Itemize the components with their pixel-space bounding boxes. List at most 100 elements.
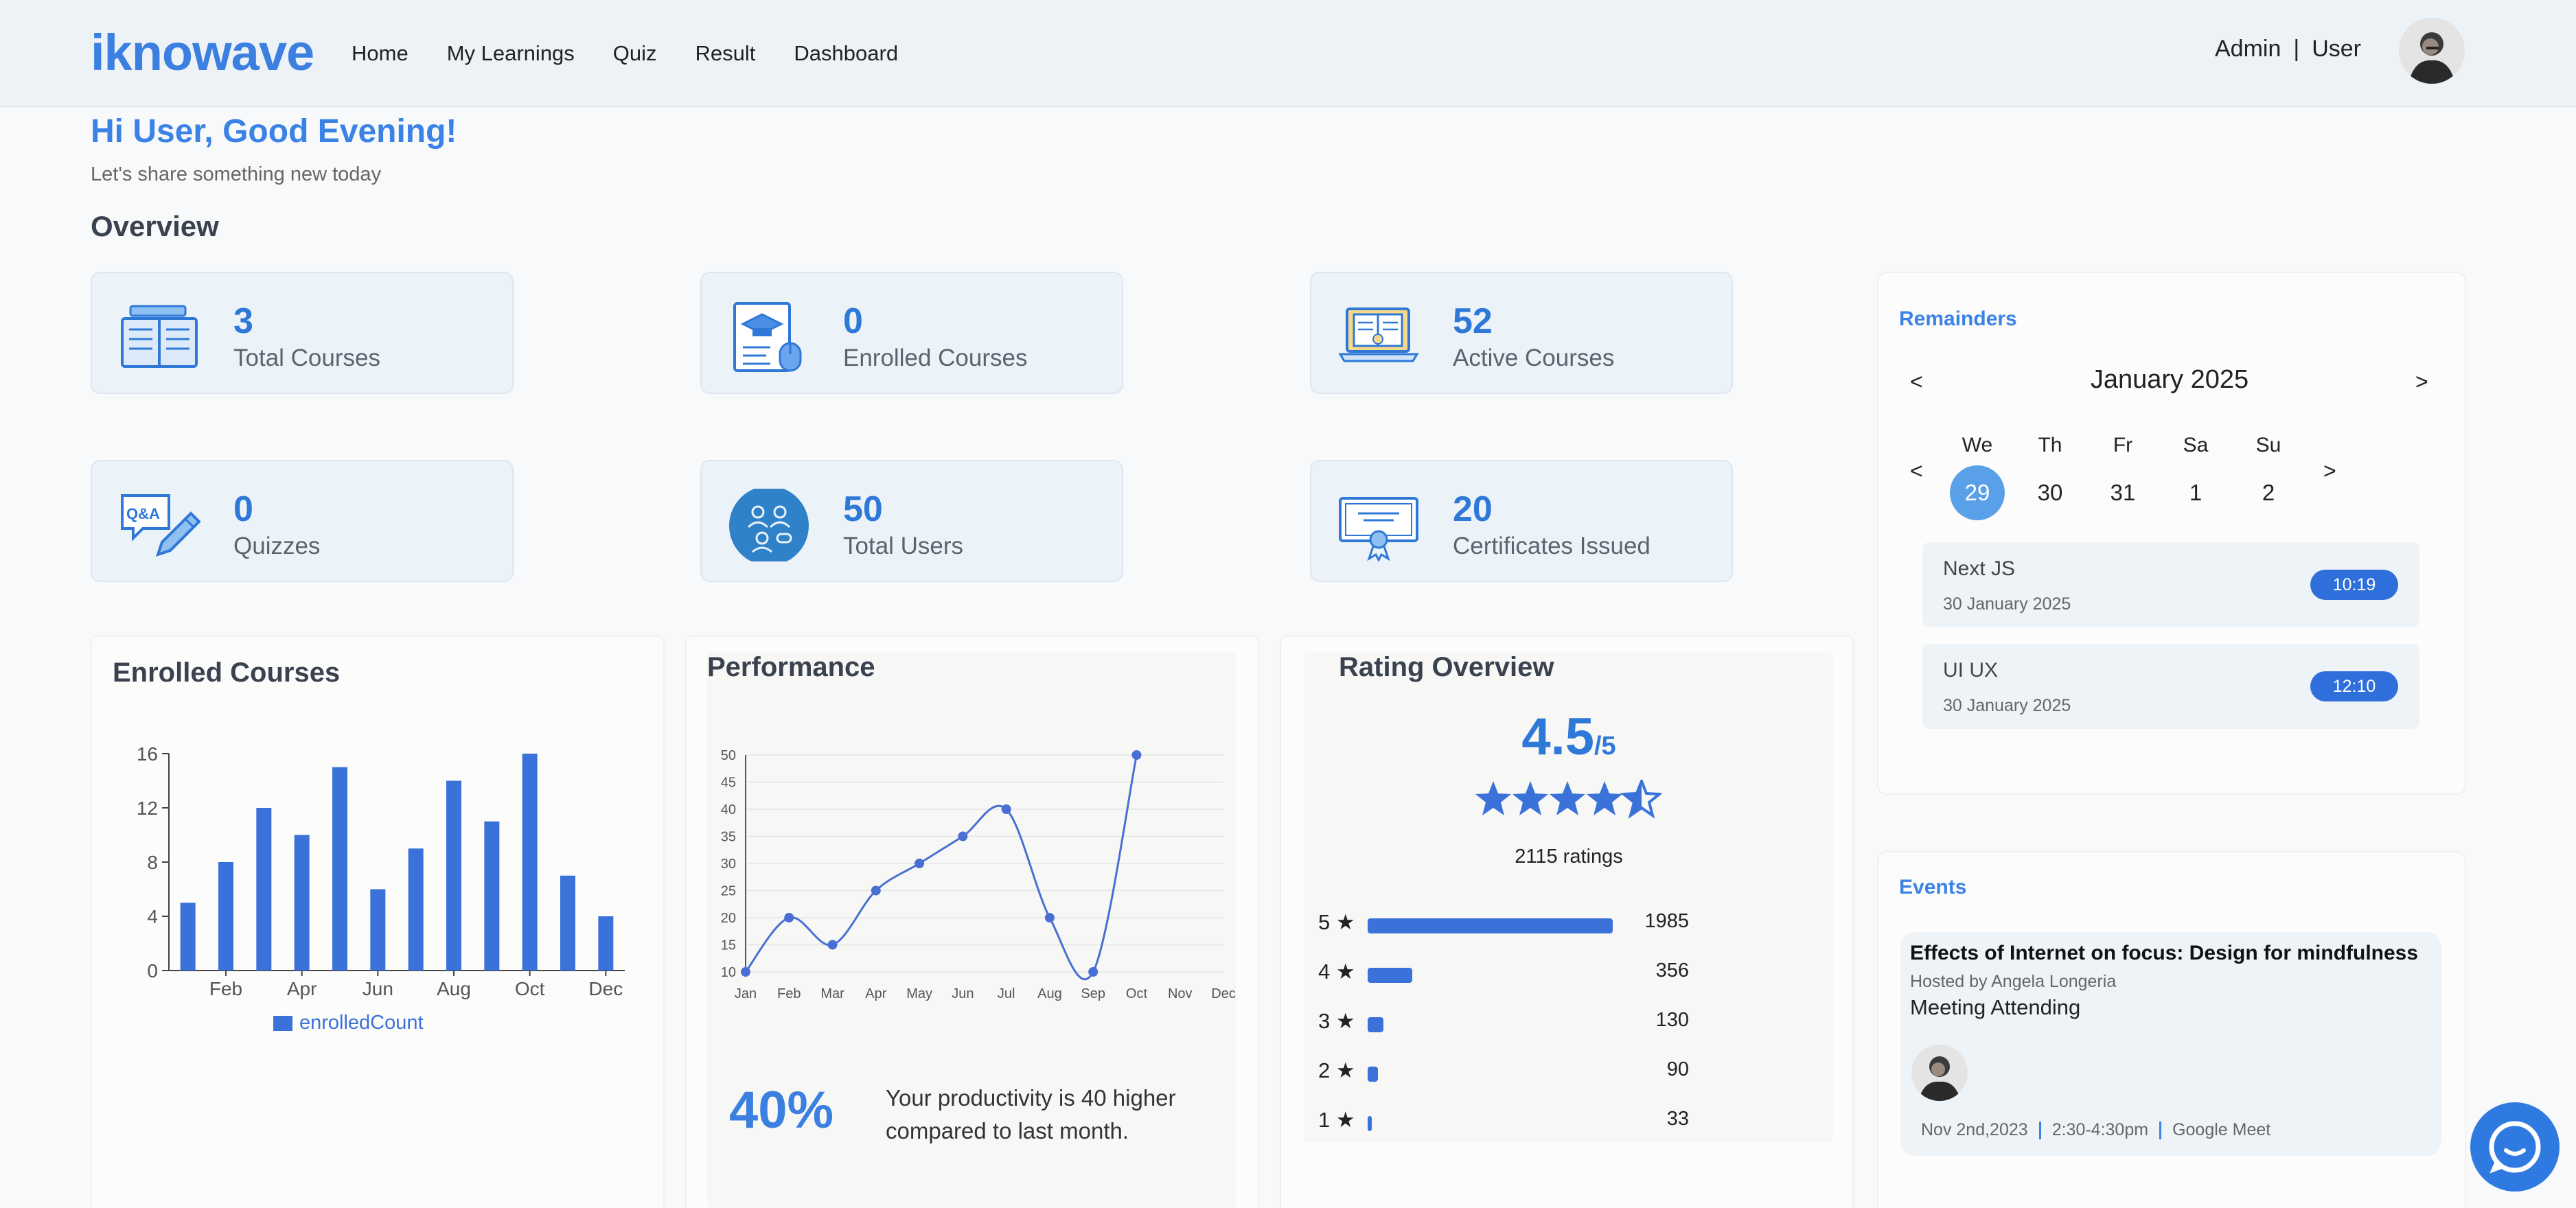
reminder-date: 30 January 2025 bbox=[1943, 594, 2071, 614]
greeting-title: Hi User, Good Evening! bbox=[91, 113, 457, 150]
bar[interactable] bbox=[294, 835, 310, 971]
bar[interactable] bbox=[598, 916, 614, 971]
data-point[interactable] bbox=[871, 885, 881, 896]
rating-score-max: /5 bbox=[1594, 732, 1616, 760]
event-status: Meeting Attending bbox=[1910, 995, 2081, 1019]
reminder-item[interactable]: Next JS 30 January 2025 10:19 bbox=[1922, 542, 2419, 627]
enrolled-chart-title: Enrolled Courses bbox=[113, 658, 341, 688]
performance-description: Your productivity is 40 higher compared … bbox=[886, 1082, 1176, 1148]
bar[interactable] bbox=[370, 889, 386, 971]
role-switcher: Admin | User bbox=[2215, 36, 2361, 62]
rating-row-label: 4 ★ bbox=[1318, 960, 1355, 984]
nav-link-quiz[interactable]: Quiz bbox=[613, 41, 657, 66]
half-star-icon bbox=[1622, 780, 1661, 817]
reminders-title: Remainders bbox=[1899, 307, 2017, 330]
data-point[interactable] bbox=[1044, 913, 1055, 922]
x-tick-label: Jun bbox=[952, 986, 974, 1001]
bar[interactable] bbox=[446, 780, 461, 971]
x-tick-label: Jul bbox=[998, 986, 1015, 1001]
data-point[interactable] bbox=[915, 859, 925, 868]
rating-row-count: 33 bbox=[1666, 1108, 1689, 1130]
bar[interactable] bbox=[522, 754, 538, 971]
month-prev-button[interactable]: < bbox=[1910, 369, 1923, 395]
stat-card-active-courses[interactable]: 52 Active Courses bbox=[1310, 272, 1733, 394]
y-tick-label: 50 bbox=[721, 748, 736, 763]
graduation-course-icon bbox=[733, 302, 802, 372]
week-prev-button[interactable]: < bbox=[1910, 458, 1923, 484]
reminder-item[interactable]: UI UX 30 January 2025 12:10 bbox=[1922, 644, 2419, 729]
calendar-date[interactable]: 31 bbox=[2095, 465, 2150, 520]
x-tick-label: Apr bbox=[287, 978, 317, 999]
stat-label: Active Courses bbox=[1453, 345, 1615, 371]
role-separator: | bbox=[2293, 36, 2300, 62]
bar[interactable] bbox=[256, 808, 272, 971]
data-point[interactable] bbox=[1001, 804, 1011, 814]
x-tick-label: Mar bbox=[820, 986, 844, 1001]
stat-value: 3 bbox=[233, 301, 253, 341]
role-admin-link[interactable]: Admin bbox=[2215, 36, 2281, 62]
x-tick-label: Jun bbox=[363, 978, 393, 999]
meta-divider bbox=[2159, 1121, 2162, 1139]
legend-label: enrolledCount bbox=[299, 1012, 424, 1034]
stat-card-certificates[interactable]: 20 Certificates Issued bbox=[1310, 460, 1733, 582]
bar[interactable] bbox=[180, 903, 196, 971]
performance-line bbox=[744, 754, 1138, 981]
user-avatar[interactable] bbox=[2399, 18, 2465, 84]
event-date: Nov 2nd,2023 bbox=[1921, 1120, 2028, 1139]
stat-label: Total Courses bbox=[233, 345, 380, 371]
data-point[interactable] bbox=[784, 913, 794, 922]
stat-card-total-users[interactable]: 50 Total Users bbox=[700, 460, 1123, 582]
nav-link-dashboard[interactable]: Dashboard bbox=[794, 41, 898, 66]
avatar-image bbox=[2399, 18, 2465, 84]
bar[interactable] bbox=[560, 875, 575, 971]
rating-row-label: 1 ★ bbox=[1318, 1108, 1355, 1132]
stat-card-quizzes[interactable]: Q&A 0 Quizzes bbox=[91, 460, 514, 582]
stat-card-total-courses[interactable]: 3 Total Courses bbox=[91, 272, 514, 394]
bar[interactable] bbox=[218, 862, 233, 971]
app-logo[interactable]: iknowave bbox=[91, 23, 314, 82]
nav-link-my-learnings[interactable]: My Learnings bbox=[447, 41, 575, 66]
y-tick-label: 12 bbox=[137, 798, 158, 819]
nav-link-result[interactable]: Result bbox=[695, 41, 756, 66]
event-card[interactable]: Effects of Internet on focus: Design for… bbox=[1900, 932, 2441, 1156]
data-point[interactable] bbox=[827, 940, 838, 950]
rating-stars bbox=[1475, 780, 1661, 817]
week-next-button[interactable]: > bbox=[2323, 458, 2336, 484]
x-tick-label: Feb bbox=[209, 978, 242, 999]
calendar-date[interactable]: 30 bbox=[2023, 465, 2078, 520]
nav-link-home[interactable]: Home bbox=[352, 41, 409, 66]
data-point[interactable] bbox=[1088, 967, 1099, 977]
data-point[interactable] bbox=[741, 967, 750, 977]
x-tick-label: Jan bbox=[735, 986, 757, 1001]
x-tick-label: May bbox=[906, 986, 932, 1001]
y-tick-label: 15 bbox=[721, 938, 736, 953]
data-point[interactable] bbox=[1131, 750, 1142, 760]
stat-label: Quizzes bbox=[233, 533, 321, 559]
rating-row: 4 ★ 356 bbox=[1318, 960, 1689, 987]
x-tick-label: Aug bbox=[1037, 986, 1062, 1001]
data-point[interactable] bbox=[958, 831, 968, 841]
calendar-date[interactable]: 2 bbox=[2241, 465, 2296, 520]
bar[interactable] bbox=[408, 848, 424, 971]
stat-label: Certificates Issued bbox=[1453, 533, 1651, 559]
rating-row-label: 3 ★ bbox=[1318, 1009, 1355, 1033]
month-next-button[interactable]: > bbox=[2415, 369, 2428, 395]
event-time: 2:30-4:30pm bbox=[2051, 1120, 2149, 1139]
x-tick-label: Sep bbox=[1081, 986, 1105, 1001]
event-meta: Nov 2nd,2023 2:30-4:30pm Google Meet bbox=[1921, 1120, 2270, 1140]
top-navbar: iknowave Home My Learnings Quiz Result D… bbox=[0, 0, 2576, 107]
rating-row-bar bbox=[1368, 1067, 1379, 1082]
rating-row: 2 ★ 90 bbox=[1318, 1058, 1689, 1086]
bar[interactable] bbox=[484, 821, 500, 971]
calendar-date[interactable]: 1 bbox=[2168, 465, 2223, 520]
rating-row: 5 ★ 1985 bbox=[1318, 910, 1689, 938]
bar[interactable] bbox=[332, 767, 347, 971]
star-icon bbox=[1587, 781, 1622, 815]
stat-card-enrolled-courses[interactable]: 0 Enrolled Courses bbox=[700, 272, 1123, 394]
x-tick-label: Apr bbox=[865, 986, 886, 1001]
chat-button[interactable] bbox=[2470, 1102, 2560, 1192]
legend-swatch bbox=[273, 1015, 292, 1031]
role-user-link[interactable]: User bbox=[2312, 36, 2361, 62]
calendar-date[interactable]: 29 bbox=[1950, 465, 2005, 520]
performance-percent: 40% bbox=[729, 1081, 834, 1139]
